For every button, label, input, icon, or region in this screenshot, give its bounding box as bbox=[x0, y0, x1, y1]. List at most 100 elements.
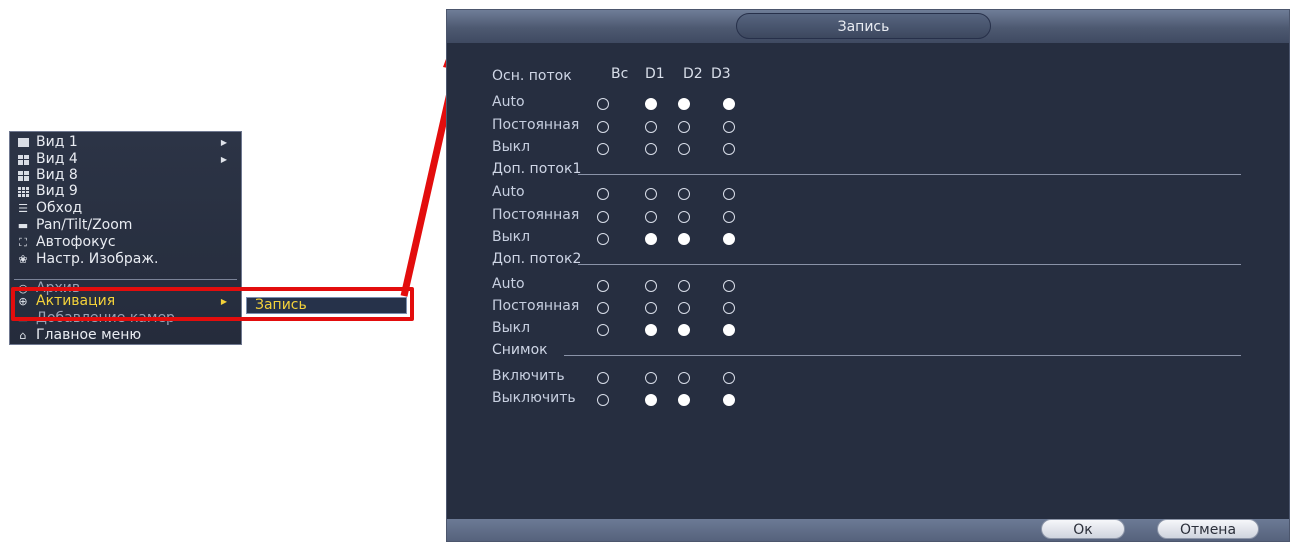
radio-d2[interactable] bbox=[678, 188, 690, 200]
highlight-box bbox=[11, 287, 414, 321]
row-label: Выкл bbox=[492, 320, 531, 336]
row-label: Постоянная bbox=[492, 298, 580, 314]
menu-item-image-settings[interactable]: ❀ Настр. Изображ. bbox=[10, 251, 241, 268]
title-bar: Запись bbox=[447, 10, 1289, 43]
footer-bar: Ок Отмена bbox=[447, 519, 1289, 541]
image-settings-icon: ❀ bbox=[18, 253, 28, 266]
radio-d1[interactable] bbox=[645, 372, 657, 384]
menu-item-label: Главное меню bbox=[36, 327, 142, 343]
section-snapshot: Снимок bbox=[492, 342, 548, 358]
row-label: Включить bbox=[492, 368, 565, 384]
radio-d2[interactable] bbox=[678, 302, 690, 314]
radio-d1[interactable] bbox=[645, 98, 657, 110]
cancel-button[interactable]: Отмена bbox=[1157, 519, 1259, 539]
menu-item-view9[interactable]: Вид 9 bbox=[10, 183, 241, 200]
radio-d2[interactable] bbox=[678, 121, 690, 133]
menu-item-main-menu[interactable]: ⌂ Главное меню bbox=[10, 327, 241, 344]
menu-item-view4[interactable]: Вид 4 ▶ bbox=[10, 151, 241, 168]
menu-item-tour[interactable]: ☰ Обход bbox=[10, 200, 241, 217]
radio-d2[interactable] bbox=[678, 372, 690, 384]
radio-d1[interactable] bbox=[645, 280, 657, 292]
menu-item-label: Pan/Tilt/Zoom bbox=[36, 217, 133, 233]
radio-d3[interactable] bbox=[723, 98, 735, 110]
radio-d1[interactable] bbox=[645, 302, 657, 314]
record-dialog: Запись Вс D1 D2 D3 Осн. поток Auto Посто… bbox=[446, 9, 1290, 542]
menu-item-label: Вид 1 bbox=[36, 134, 78, 150]
radio-all[interactable] bbox=[597, 143, 609, 155]
radio-all[interactable] bbox=[597, 188, 609, 200]
radio-d1[interactable] bbox=[645, 233, 657, 245]
quad-view-icon bbox=[17, 154, 29, 166]
radio-all[interactable] bbox=[597, 233, 609, 245]
row-label: Выключить bbox=[492, 390, 576, 406]
radio-all[interactable] bbox=[597, 372, 609, 384]
section-divider bbox=[578, 264, 1241, 265]
radio-d3[interactable] bbox=[723, 394, 735, 406]
radio-d3[interactable] bbox=[723, 280, 735, 292]
row-label: Auto bbox=[492, 94, 525, 110]
radio-all[interactable] bbox=[597, 280, 609, 292]
section-divider bbox=[578, 174, 1241, 175]
tour-icon: ☰ bbox=[18, 202, 28, 215]
column-d2: D2 bbox=[683, 66, 703, 82]
radio-d1[interactable] bbox=[645, 143, 657, 155]
radio-d3[interactable] bbox=[723, 233, 735, 245]
home-icon: ⌂ bbox=[19, 329, 27, 342]
menu-item-label: Автофокус bbox=[36, 234, 116, 250]
row-label: Выкл bbox=[492, 229, 531, 245]
menu-item-label: Вид 4 bbox=[36, 151, 78, 167]
menu-item-view8[interactable]: Вид 8 bbox=[10, 167, 241, 184]
radio-d1[interactable] bbox=[645, 188, 657, 200]
radio-d3[interactable] bbox=[723, 121, 735, 133]
section-main-stream: Осн. поток bbox=[492, 68, 572, 84]
row-label: Auto bbox=[492, 184, 525, 200]
radio-all[interactable] bbox=[597, 302, 609, 314]
column-d3: D3 bbox=[711, 66, 731, 82]
row-label: Выкл bbox=[492, 139, 531, 155]
radio-d2[interactable] bbox=[678, 233, 690, 245]
column-all: Вс bbox=[611, 66, 629, 82]
radio-d3[interactable] bbox=[723, 302, 735, 314]
radio-d2[interactable] bbox=[678, 211, 690, 223]
row-label: Auto bbox=[492, 276, 525, 292]
section-sub-stream2: Доп. поток2 bbox=[492, 251, 582, 267]
radio-all[interactable] bbox=[597, 121, 609, 133]
radio-d2[interactable] bbox=[678, 143, 690, 155]
radio-d3[interactable] bbox=[723, 324, 735, 336]
ptz-icon: ▬ bbox=[17, 219, 29, 232]
ok-button[interactable]: Ок bbox=[1041, 519, 1125, 539]
column-d1: D1 bbox=[645, 66, 665, 82]
radio-all[interactable] bbox=[597, 324, 609, 336]
radio-d3[interactable] bbox=[723, 372, 735, 384]
single-view-icon bbox=[17, 137, 29, 149]
menu-item-view1[interactable]: Вид 1 ▶ bbox=[10, 134, 241, 151]
submenu-arrow-icon: ▶ bbox=[220, 155, 227, 164]
radio-d2[interactable] bbox=[678, 280, 690, 292]
radio-d2[interactable] bbox=[678, 394, 690, 406]
radio-all[interactable] bbox=[597, 211, 609, 223]
radio-d2[interactable] bbox=[678, 98, 690, 110]
radio-d1[interactable] bbox=[645, 394, 657, 406]
radio-d3[interactable] bbox=[723, 188, 735, 200]
submenu-arrow-icon: ▶ bbox=[220, 138, 227, 147]
section-sub-stream1: Доп. поток1 bbox=[492, 161, 582, 177]
radio-d1[interactable] bbox=[645, 121, 657, 133]
autofocus-icon: ⛶ bbox=[19, 236, 27, 249]
radio-all[interactable] bbox=[597, 98, 609, 110]
radio-d1[interactable] bbox=[645, 324, 657, 336]
radio-d3[interactable] bbox=[723, 211, 735, 223]
radio-all[interactable] bbox=[597, 394, 609, 406]
row-label: Постоянная bbox=[492, 117, 580, 133]
menu-item-label: Вид 8 bbox=[36, 167, 78, 183]
dialog-title: Запись bbox=[736, 13, 991, 39]
row-label: Постоянная bbox=[492, 207, 580, 223]
menu-item-ptz[interactable]: ▬ Pan/Tilt/Zoom bbox=[10, 217, 241, 234]
nine-view-icon bbox=[17, 186, 29, 198]
menu-item-label: Настр. Изображ. bbox=[36, 251, 159, 267]
menu-item-label: Обход bbox=[36, 200, 83, 216]
eight-view-icon bbox=[17, 170, 29, 182]
menu-item-autofocus[interactable]: ⛶ Автофокус bbox=[10, 234, 241, 251]
radio-d1[interactable] bbox=[645, 211, 657, 223]
radio-d3[interactable] bbox=[723, 143, 735, 155]
radio-d2[interactable] bbox=[678, 324, 690, 336]
